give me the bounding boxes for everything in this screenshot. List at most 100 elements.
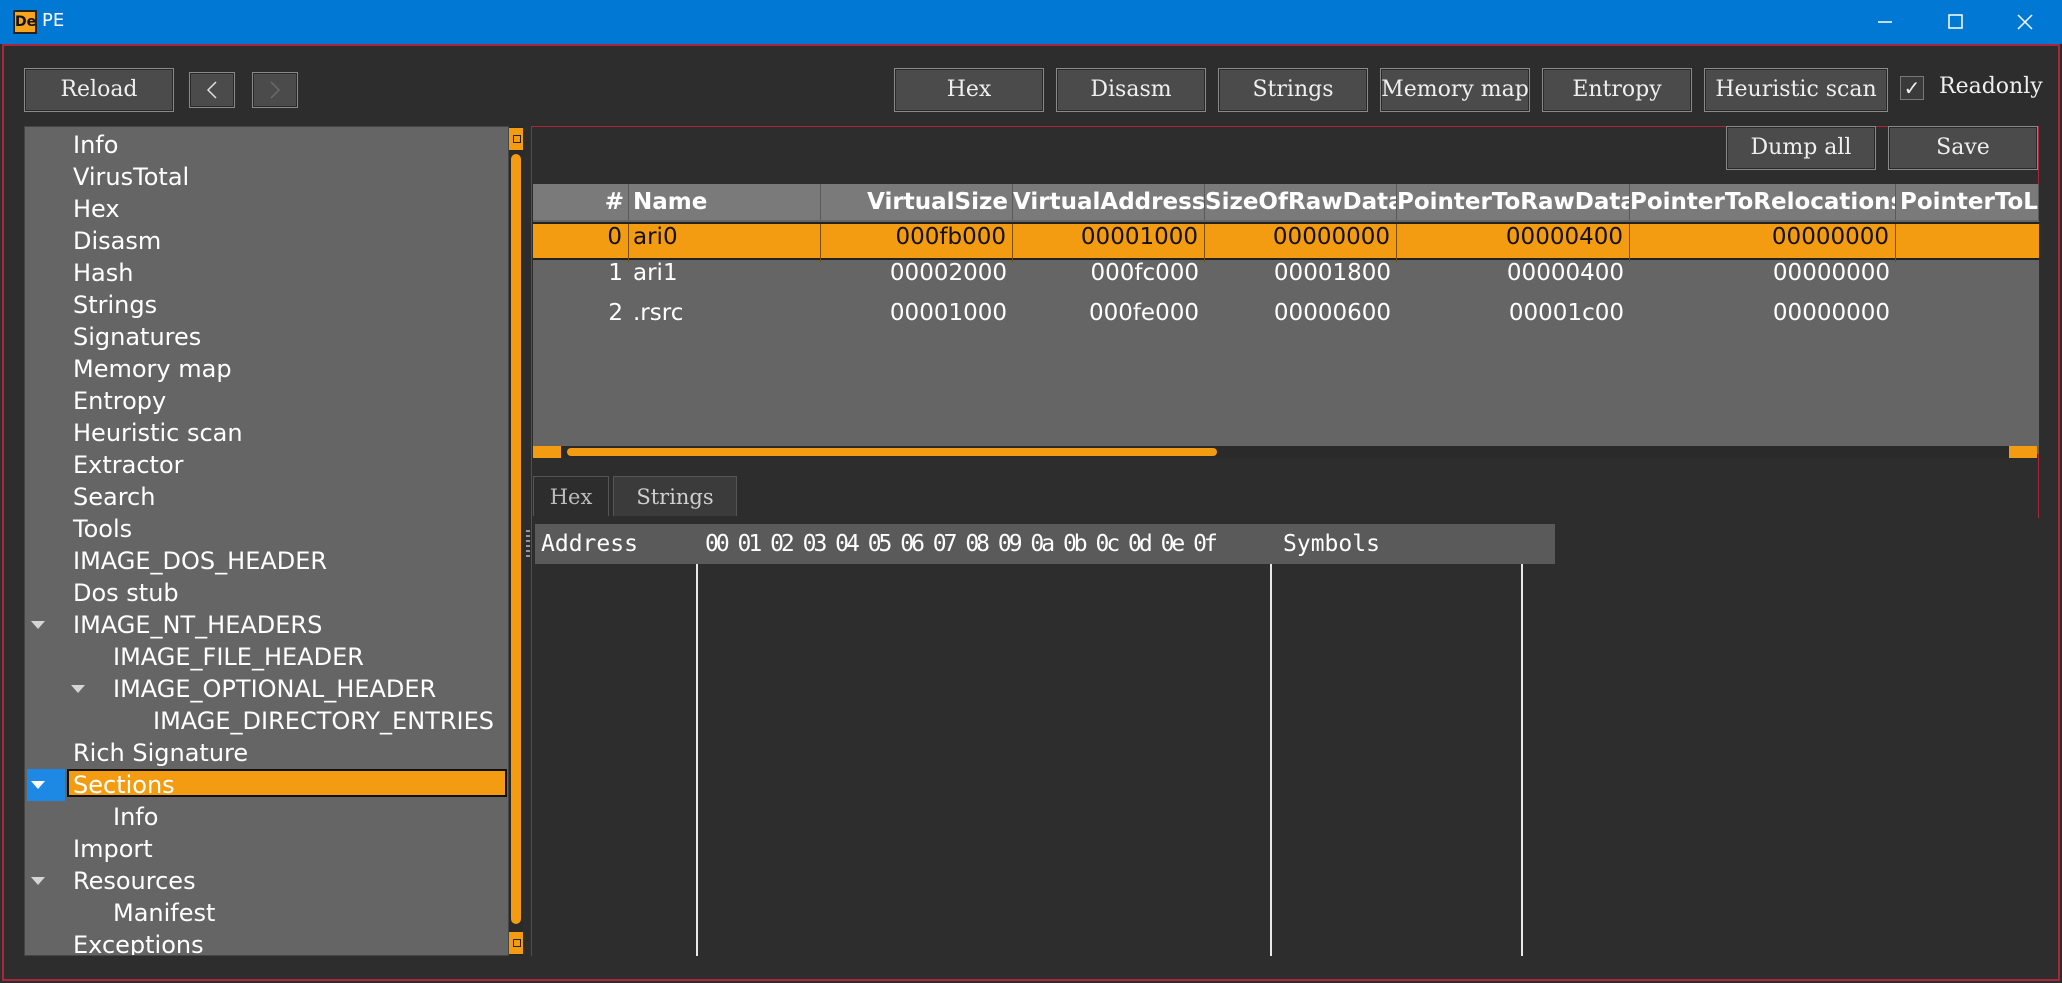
table-cell: 2 bbox=[608, 300, 623, 326]
sections-table[interactable]: # Name VirtualSize VirtualAddress SizeOf… bbox=[533, 184, 2039, 454]
tree-item-label: Manifest bbox=[113, 899, 216, 927]
close-icon bbox=[2017, 14, 2033, 30]
tab-strings[interactable]: Strings bbox=[613, 476, 737, 516]
tree-item-label: Import bbox=[73, 835, 153, 863]
disasm-button[interactable]: Disasm bbox=[1056, 68, 1206, 112]
strings-button[interactable]: Strings bbox=[1218, 68, 1368, 112]
tree-item-label: Info bbox=[113, 803, 159, 831]
column-divider bbox=[1270, 564, 1272, 956]
table-cell: 0 bbox=[533, 224, 629, 262]
table-cell: 00000400 bbox=[1506, 260, 1624, 286]
column-divider bbox=[1521, 564, 1523, 956]
scroll-up-button[interactable] bbox=[509, 128, 523, 150]
scroll-left-button[interactable] bbox=[533, 446, 561, 458]
column-header-pointertorelocations[interactable]: PointerToRelocations bbox=[1630, 184, 1896, 220]
column-header-sizeofrawdata[interactable]: SizeOfRawData bbox=[1205, 184, 1397, 220]
table-cell: 00001000 bbox=[889, 300, 1007, 326]
expand-caret-icon[interactable] bbox=[31, 877, 45, 885]
table-cell: .rsrc bbox=[633, 300, 684, 326]
tree-item-label: IMAGE_OPTIONAL_HEADER bbox=[113, 675, 437, 703]
tree-item-label: VirusTotal bbox=[73, 163, 190, 191]
tree-item-label: Extractor bbox=[73, 451, 184, 479]
column-header-virtualsize[interactable]: VirtualSize bbox=[821, 184, 1013, 220]
table-cell: 000fe000 bbox=[1088, 300, 1199, 326]
column-header-pointertolinenumbers[interactable]: PointerToLi bbox=[1896, 184, 2039, 220]
tree-item-label: Heuristic scan bbox=[73, 419, 243, 447]
expand-caret-icon[interactable] bbox=[71, 685, 85, 693]
tree-item-label: IMAGE_FILE_HEADER bbox=[113, 643, 364, 671]
tree-item-label: Tools bbox=[73, 515, 133, 543]
table-cell: ari0 bbox=[629, 224, 821, 262]
structure-tree[interactable]: Info VirusTotal Hex Disasm Hash Strings … bbox=[24, 126, 509, 956]
memory-map-button[interactable]: Memory map bbox=[1380, 68, 1530, 112]
address-column-header: Address bbox=[541, 531, 638, 557]
table-cell: 00001c00 bbox=[1508, 300, 1624, 326]
forward-button[interactable] bbox=[252, 72, 298, 108]
table-cell: 000fc000 bbox=[1090, 260, 1199, 286]
column-header-name[interactable]: Name bbox=[629, 184, 821, 220]
app-icon: De bbox=[13, 10, 37, 34]
sections-pane: Dump all Save # Name VirtualSize Virtual… bbox=[531, 126, 2039, 956]
tree-item-label: Dos stub bbox=[73, 579, 179, 607]
table-cell: 00000400 bbox=[1397, 224, 1630, 262]
table-cell: 00002000 bbox=[889, 260, 1007, 286]
expand-caret-icon[interactable] bbox=[31, 781, 45, 789]
table-horizontal-scrollbar[interactable] bbox=[533, 446, 2037, 458]
tree-item-label: Info bbox=[73, 131, 119, 159]
tree-item-label: IMAGE_DOS_HEADER bbox=[73, 547, 328, 575]
panel-border bbox=[531, 126, 532, 956]
tree-item-label: Strings bbox=[73, 291, 158, 319]
tree-item-label: Sections bbox=[67, 769, 507, 799]
tree-item-label: Search bbox=[73, 483, 156, 511]
table-row-selected[interactable]: 0 ari0 000fb000 00001000 00000000 000004… bbox=[533, 222, 2039, 262]
tree-scrollbar[interactable] bbox=[509, 126, 523, 956]
entropy-button[interactable]: Entropy bbox=[1542, 68, 1692, 112]
tree-item-label: Signatures bbox=[73, 323, 202, 351]
chevron-right-icon bbox=[270, 81, 281, 99]
scroll-right-button[interactable] bbox=[2009, 446, 2037, 458]
tree-item-label: IMAGE_DIRECTORY_ENTRIES bbox=[153, 707, 494, 735]
column-divider bbox=[696, 564, 698, 956]
hex-button[interactable]: Hex bbox=[894, 68, 1044, 112]
maximize-button[interactable] bbox=[1920, 0, 1990, 44]
title-bar: De PE bbox=[0, 0, 2062, 44]
scroll-thumb[interactable] bbox=[567, 448, 1217, 456]
reload-button[interactable]: Reload bbox=[24, 68, 174, 112]
tree-item-label: Resources bbox=[73, 867, 196, 895]
readonly-checkbox[interactable]: ✓ bbox=[1900, 76, 1924, 100]
heuristic-scan-button[interactable]: Heuristic scan bbox=[1704, 68, 1888, 112]
minimize-button[interactable] bbox=[1850, 0, 1920, 44]
table-cell: 00000000 bbox=[1205, 224, 1397, 262]
table-cell: 00000000 bbox=[1772, 260, 1890, 286]
expand-caret-icon[interactable] bbox=[31, 621, 45, 629]
column-header-index[interactable]: # bbox=[533, 184, 629, 220]
close-button[interactable] bbox=[1990, 0, 2060, 44]
splitter-handle[interactable] bbox=[526, 530, 530, 560]
minimize-icon bbox=[1878, 21, 1892, 23]
tab-hex[interactable]: Hex bbox=[533, 476, 609, 516]
scroll-down-button[interactable] bbox=[509, 932, 523, 954]
hex-view[interactable]: Address 00 01 02 03 04 05 06 07 08 09 0a… bbox=[535, 524, 2039, 956]
tree-item-label: IMAGE_NT_HEADERS bbox=[73, 611, 323, 639]
tree-item-label: Hash bbox=[73, 259, 134, 287]
readonly-label: Readonly bbox=[1939, 74, 2043, 99]
dump-all-button[interactable]: Dump all bbox=[1726, 126, 1876, 170]
tree-item-label: Disasm bbox=[73, 227, 162, 255]
table-cell: ari1 bbox=[633, 260, 678, 286]
save-button[interactable]: Save bbox=[1888, 126, 2038, 170]
tree-item-label: Exceptions bbox=[73, 931, 204, 956]
tree-item-label: Hex bbox=[73, 195, 120, 223]
table-cell: 00001800 bbox=[1273, 260, 1391, 286]
scroll-thumb[interactable] bbox=[511, 154, 521, 924]
table-cell: 1 bbox=[608, 260, 623, 286]
table-cell: 00000000 bbox=[1630, 224, 1896, 262]
back-button[interactable] bbox=[189, 72, 235, 108]
tree-item-label: Entropy bbox=[73, 387, 167, 415]
column-header-virtualaddress[interactable]: VirtualAddress bbox=[1013, 184, 1205, 220]
bytes-column-header: 00 01 02 03 04 05 06 07 08 09 0a 0b 0c 0… bbox=[705, 531, 1218, 557]
table-cell: 00001000 bbox=[1013, 224, 1205, 262]
tree-item-sections[interactable]: Sections bbox=[25, 769, 508, 801]
hex-header-bar: Address 00 01 02 03 04 05 06 07 08 09 0a… bbox=[535, 524, 1555, 564]
column-header-pointertorawdata[interactable]: PointerToRawData bbox=[1397, 184, 1630, 220]
window-title: PE bbox=[42, 10, 65, 31]
